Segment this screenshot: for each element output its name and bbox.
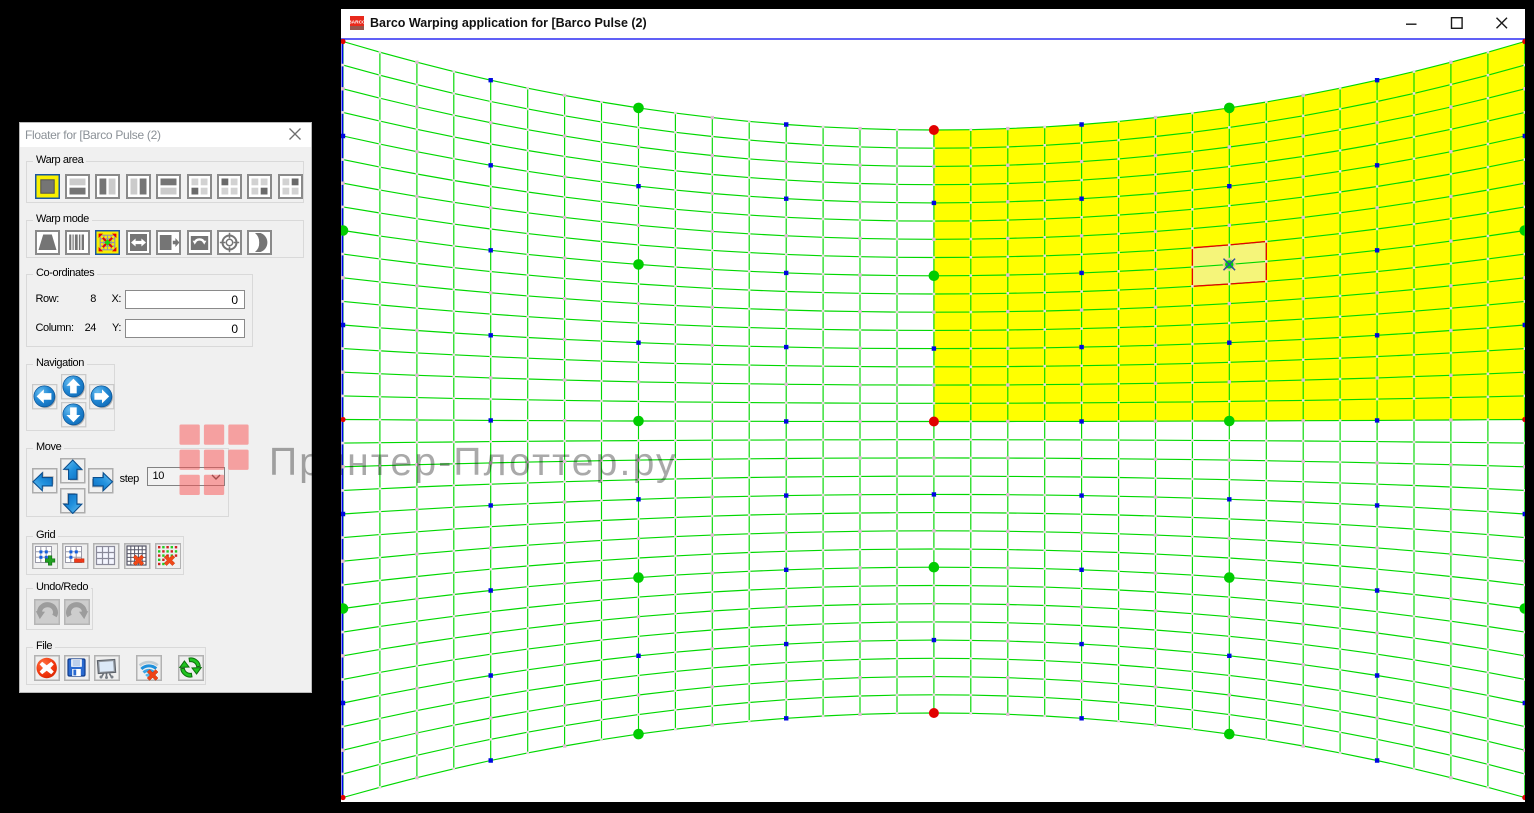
- svg-text:BARCO: BARCO: [350, 19, 364, 25]
